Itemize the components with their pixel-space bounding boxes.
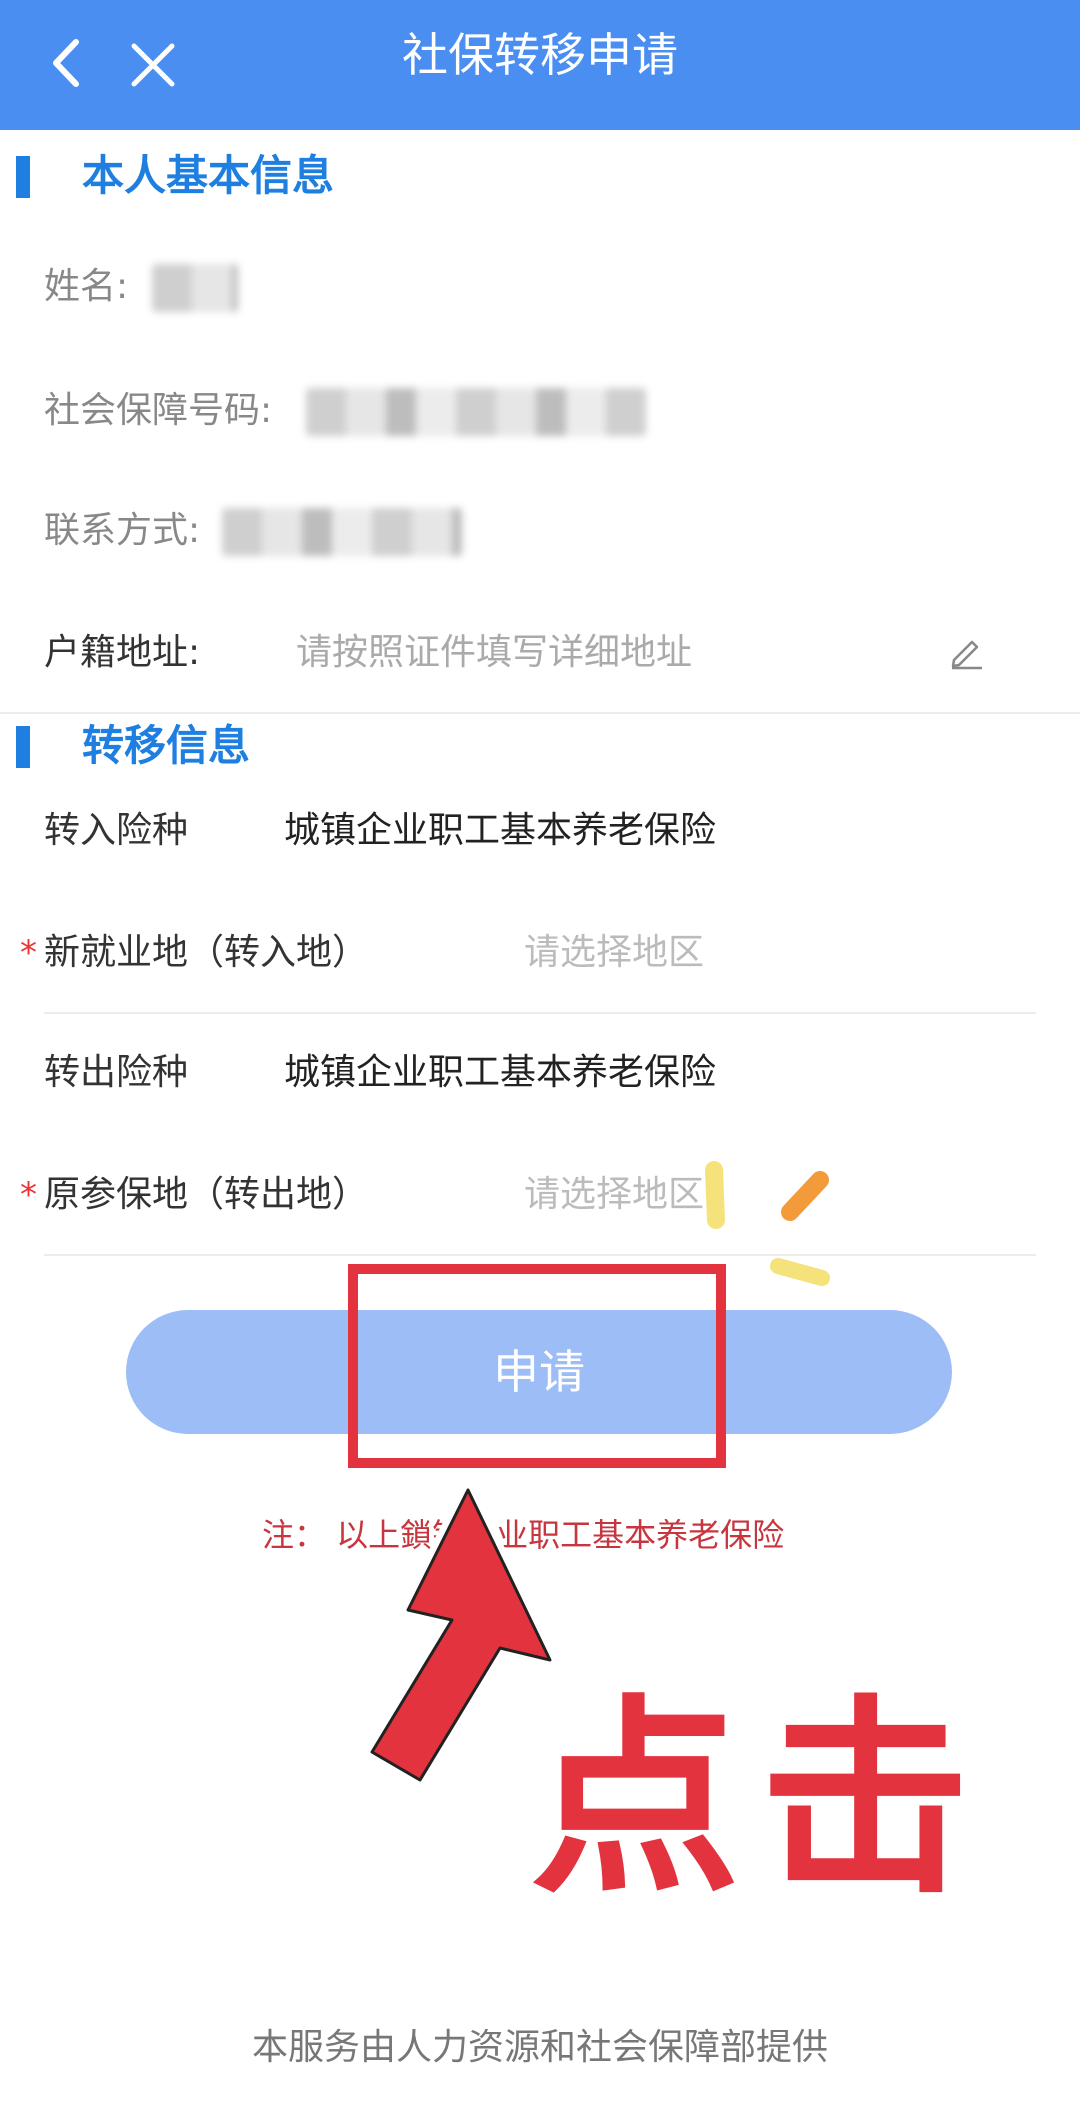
name-label: 姓名: — [44, 266, 129, 307]
ssn-row: 社会保障号码: — [0, 356, 1080, 466]
in-type-value: 城镇企业职工基本养老保险 — [284, 810, 717, 851]
section-title-transfer: 转移信息 — [82, 721, 251, 770]
page-title: 社保转移申请 — [402, 28, 678, 82]
divider — [44, 1012, 1036, 1014]
out-type-label: 转出险种 — [44, 1052, 189, 1093]
in-type-row: 转入险种 城镇企业职工基本养老保险 — [0, 776, 1080, 886]
section-accent-bar — [16, 156, 30, 198]
required-mark: * — [20, 1175, 37, 1215]
ssn-value-redacted — [306, 388, 646, 436]
new-place-select[interactable]: 请选择地区 — [524, 898, 704, 1008]
orig-place-label: 原参保地（转出地） — [44, 1174, 369, 1215]
section-accent-bar — [16, 726, 30, 768]
address-row[interactable]: 户籍地址: 请按照证件填写详细地址 — [0, 598, 1080, 708]
address-label: 户籍地址: — [44, 632, 201, 673]
highlight-box — [348, 1264, 726, 1468]
out-type-value: 城镇企业职工基本养老保险 — [284, 1052, 717, 1093]
click-annotation: 点击 — [530, 1677, 991, 1922]
sparkle-icon — [705, 1161, 830, 1286]
orig-place-row[interactable]: * 原参保地（转出地） 请选择地区 — [0, 1140, 1080, 1250]
nav-bar: 社保转移申请 — [0, 0, 1080, 130]
footer-text: 本服务由人力资源和社会保障部提供 — [251, 2027, 828, 2068]
address-input[interactable]: 请按照证件填写详细地址 — [296, 598, 692, 708]
edit-icon[interactable] — [948, 632, 986, 670]
name-value-redacted — [152, 264, 238, 312]
divider — [0, 712, 1080, 714]
contact-row: 联系方式: — [0, 476, 1080, 586]
name-row: 姓名: — [0, 232, 1080, 342]
contact-value-redacted — [222, 508, 462, 556]
in-type-label: 转入险种 — [44, 810, 189, 851]
divider — [44, 1254, 1036, 1256]
new-place-label: 新就业地（转入地） — [44, 932, 369, 973]
contact-label: 联系方式: — [44, 510, 201, 551]
new-place-row[interactable]: * 新就业地（转入地） 请选择地区 — [0, 898, 1080, 1008]
ssn-label: 社会保障号码: — [44, 390, 273, 431]
orig-place-select[interactable]: 请选择地区 — [524, 1140, 704, 1250]
out-type-row: 转出险种 城镇企业职工基本养老保险 — [0, 1018, 1080, 1128]
section-title-basic: 本人基本信息 — [82, 151, 335, 200]
required-mark: * — [20, 933, 37, 973]
